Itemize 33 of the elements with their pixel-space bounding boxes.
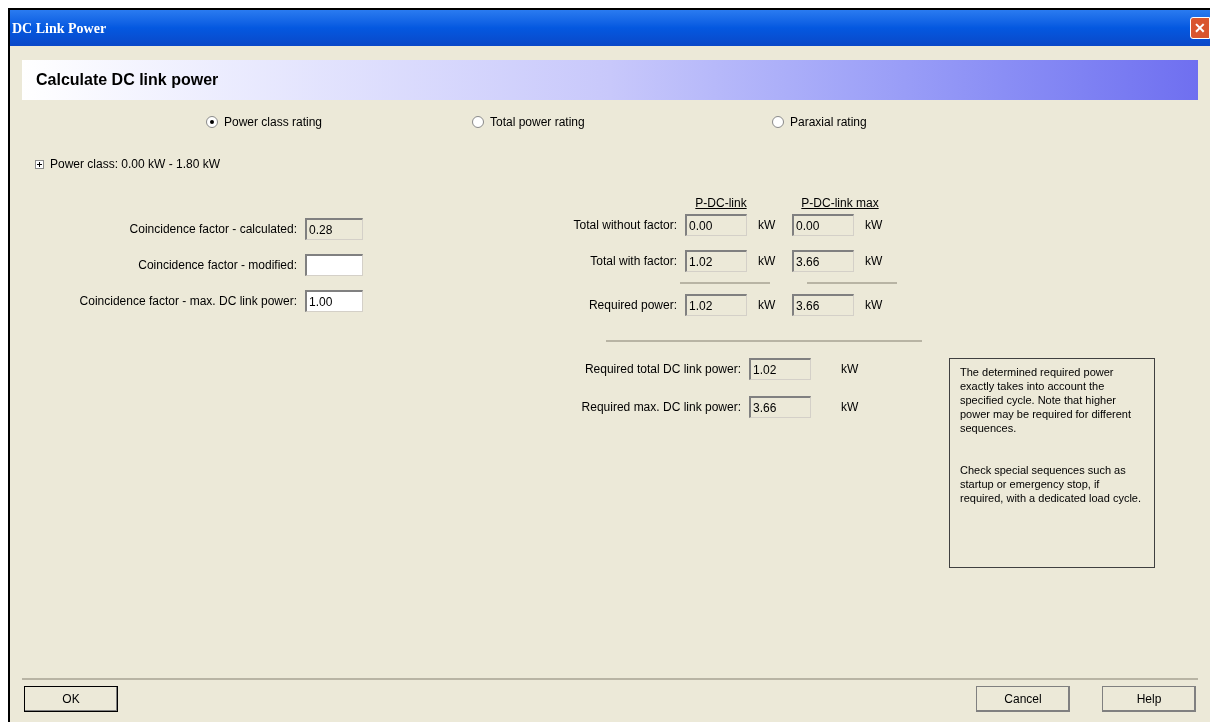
unit-label: kW (864, 217, 883, 234)
field-label: Total with factor: (589, 253, 678, 270)
note-text: Check special sequences such as startup or emergency stop, if required, with a dedicated load cycle. (960, 463, 1142, 505)
unit-label: kW (864, 297, 883, 314)
unit-label: kW (757, 253, 777, 270)
field-label: Total without factor: (572, 217, 678, 234)
unit-label: kW (840, 361, 859, 378)
radio-option[interactable]: Power class rating (206, 113, 472, 131)
field-label: Coincidence factor - modified: (137, 257, 297, 274)
section-heading: Calculate DC link power (35, 70, 219, 90)
field-label: Coincidence factor - calculated: (128, 221, 297, 238)
input-field[interactable]: 1.00 (305, 290, 363, 312)
expand-icon[interactable] (35, 159, 44, 169)
ok-button[interactable]: OK (24, 686, 118, 712)
radio-option[interactable]: Total power rating (472, 113, 772, 131)
radio-option[interactable]: Paraxial rating (772, 113, 867, 131)
unit-label: kW (864, 253, 883, 270)
field-label: Required total DC link power: (583, 361, 742, 378)
help-button[interactable]: Help (1102, 686, 1196, 712)
unit-label: kW (757, 217, 777, 234)
column-heading: P-DC-link (694, 195, 748, 212)
window-title: DC Link Power (11, 19, 107, 38)
field-label: Coincidence factor - max. DC link power: (78, 293, 297, 310)
note-text: The determined required power exactly takes into account the specified cycle. Note that higher power may be required for different sequences. (960, 365, 1132, 435)
close-button[interactable]: ✕ (1190, 17, 1210, 39)
field-label: Required max. DC link power: (580, 399, 742, 416)
input-field[interactable] (305, 254, 363, 276)
field-label: Required power: (587, 297, 678, 314)
power-class-label: Power class: 0.00 kW - 1.80 kW (50, 156, 221, 173)
unit-label: kW (757, 297, 777, 314)
unit-label: kW (840, 399, 859, 416)
column-heading: P-DC-link max (800, 195, 880, 212)
cancel-button[interactable]: Cancel (976, 686, 1070, 712)
